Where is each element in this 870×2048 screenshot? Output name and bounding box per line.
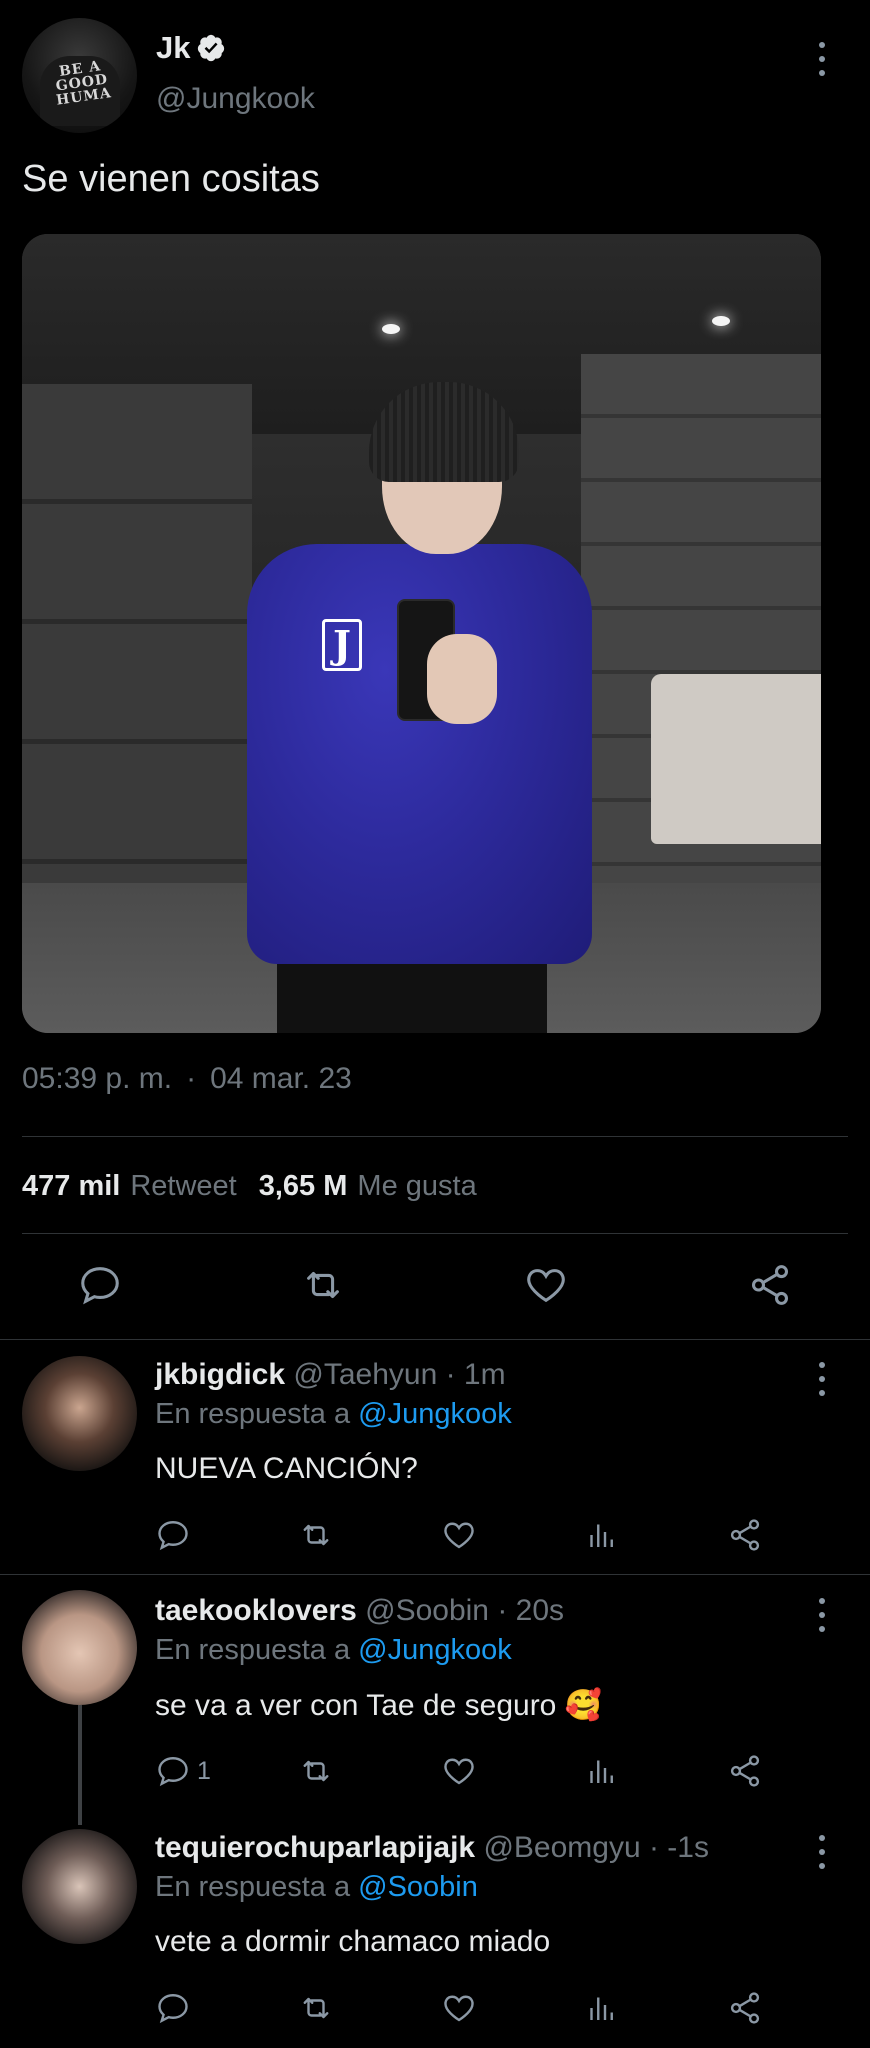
reply-to-prefix: En respuesta a [155, 1398, 351, 1430]
main-tweet-actions [0, 1262, 870, 1312]
tweet-time: 05:39 p. m. [22, 1062, 173, 1095]
tweet-stats: 477 mil Retweet 3,65 M Me gusta [22, 1170, 499, 1203]
tweet-date[interactable]: 04 mar. 23 [210, 1062, 352, 1095]
reply-to-handle[interactable]: @Jungkook [358, 1398, 512, 1430]
meta-separator: · [186, 1062, 197, 1095]
more-options-icon[interactable] [817, 1598, 827, 1632]
reply-to-line: En respuesta a @Jungkook [155, 1398, 512, 1431]
retweets-stat[interactable]: 477 mil Retweet [22, 1170, 259, 1202]
reply-icon[interactable] [155, 1989, 197, 2027]
reply-to-line: En respuesta a @Soobin [155, 1871, 478, 1904]
heart-icon[interactable] [441, 1516, 477, 1554]
photo-ceiling-light [712, 316, 730, 326]
divider [22, 1136, 848, 1137]
share-icon[interactable] [747, 1262, 793, 1308]
reply-author-handle: @Taehyun · 1m [293, 1358, 506, 1391]
analytics-icon[interactable] [584, 1516, 620, 1554]
reply-author: taekooklovers @Soobin · 20s [155, 1594, 564, 1628]
reply-author-name[interactable]: tequierochuparlapijajk [155, 1831, 475, 1864]
reply-to-line: En respuesta a @Jungkook [155, 1634, 512, 1667]
more-options-icon[interactable] [817, 42, 827, 76]
share-icon[interactable] [727, 1752, 763, 1790]
reply-actions [0, 1989, 870, 2029]
retweet-icon[interactable] [300, 1262, 346, 1308]
reply-author: jkbigdick @Taehyun · 1m [155, 1358, 506, 1392]
photo-ceiling-light [382, 324, 400, 334]
reply-tweet[interactable]: taekooklovers @Soobin · 20s En respuesta… [0, 1576, 870, 1812]
reply-text: NUEVA CANCIÓN? [155, 1452, 418, 1485]
reply-avatar[interactable] [22, 1829, 137, 1944]
tweet-meta: 05:39 p. m. · 04 mar. 23 [22, 1062, 352, 1096]
share-icon[interactable] [727, 1989, 763, 2027]
likes-label: Me gusta [357, 1170, 477, 1202]
analytics-icon[interactable] [584, 1989, 620, 2027]
reply-text: se va a ver con Tae de seguro 🥰 [155, 1689, 603, 1722]
more-options-icon[interactable] [817, 1835, 827, 1869]
photo-sofa [651, 674, 821, 844]
author-handle[interactable]: @Jungkook [156, 82, 315, 116]
retweet-icon[interactable] [298, 1989, 334, 2027]
divider [22, 1233, 848, 1234]
photo-sweater-letter: J [322, 619, 362, 671]
reply-icon[interactable]: 1 [155, 1752, 211, 1790]
author-name[interactable]: Jk [156, 30, 190, 66]
avatar-shirt-text: BE A GOOD HUMA [54, 58, 113, 109]
divider [0, 1574, 870, 1575]
reply-text: vete a dormir chamaco miado [155, 1925, 551, 1958]
more-options-icon[interactable] [817, 1362, 827, 1396]
retweet-icon[interactable] [298, 1516, 334, 1554]
reply-to-prefix: En respuesta a [155, 1634, 351, 1666]
heart-icon[interactable] [441, 1752, 477, 1790]
likes-count: 3,65 M [258, 1170, 348, 1202]
tweet-text: Se vienen cositas [22, 158, 320, 200]
reply-tweet[interactable]: tequierochuparlapijajk @Beomgyu · -1s En… [0, 1813, 870, 2048]
reply-count: 1 [197, 1756, 211, 1785]
reply-author-handle: @Beomgyu · -1s [483, 1831, 709, 1864]
reply-author-name[interactable]: jkbigdick [155, 1358, 285, 1391]
author-avatar[interactable]: BE A GOOD HUMA [22, 18, 137, 133]
reply-author-handle: @Soobin · 20s [365, 1594, 565, 1627]
heart-icon[interactable] [523, 1262, 569, 1308]
verified-badge-icon [197, 34, 225, 62]
photo-hand [427, 634, 497, 724]
reply-actions [0, 1516, 870, 1556]
share-icon[interactable] [727, 1516, 763, 1554]
reply-author-name[interactable]: taekooklovers [155, 1594, 357, 1627]
likes-stat[interactable]: 3,65 M Me gusta [259, 1170, 499, 1202]
reply-avatar[interactable] [22, 1356, 137, 1471]
reply-to-handle[interactable]: @Jungkook [358, 1634, 512, 1666]
reply-icon[interactable] [155, 1516, 197, 1554]
reply-to-handle[interactable]: @Soobin [358, 1871, 478, 1903]
analytics-icon[interactable] [584, 1752, 620, 1790]
heart-icon[interactable] [441, 1989, 477, 2027]
retweets-label: Retweet [130, 1170, 237, 1202]
reply-icon[interactable] [77, 1262, 123, 1308]
retweet-icon[interactable] [298, 1752, 334, 1790]
photo-wall-left [22, 384, 252, 904]
main-tweet-header: BE A GOOD HUMA Jk @Jungkook [22, 18, 852, 133]
retweets-count: 477 mil [22, 1170, 121, 1202]
reply-tweet[interactable]: jkbigdick @Taehyun · 1m En respuesta a @… [0, 1340, 870, 1570]
reply-actions: 1 [0, 1752, 870, 1792]
reply-to-prefix: En respuesta a [155, 1871, 351, 1903]
reply-avatar[interactable] [22, 1590, 137, 1705]
tweet-photo[interactable]: J [22, 234, 821, 1033]
reply-author: tequierochuparlapijajk @Beomgyu · -1s [155, 1831, 709, 1865]
